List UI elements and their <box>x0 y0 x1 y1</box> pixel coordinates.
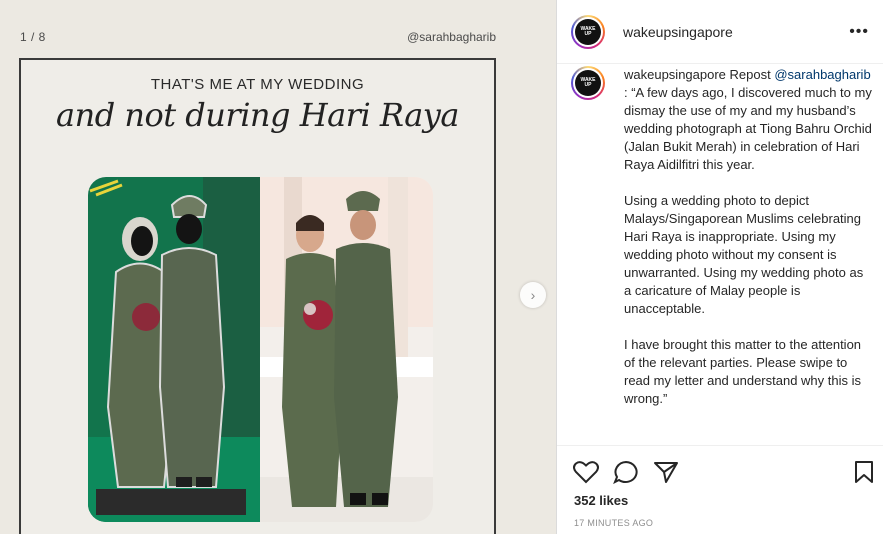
next-slide-button[interactable]: › <box>520 282 546 308</box>
caption-text: : “A few days ago, I discovered much to … <box>624 85 872 172</box>
chevron-right-icon: › <box>530 287 536 303</box>
avatar[interactable]: WAKE UP <box>571 15 605 49</box>
wedding-photo-comparison <box>88 177 433 522</box>
header-username[interactable]: wakeupsingapore <box>623 24 733 40</box>
post-header: WAKE UP wakeupsingapore ••• <box>557 0 883 64</box>
caption-paragraph: wakeupsingapore Repost @sarahbagharib : … <box>624 66 874 174</box>
action-bar: 352 likes 17 MINUTES AGO <box>557 445 883 534</box>
bookmark-icon[interactable] <box>853 460 875 489</box>
caption-paragraph: Using a wedding photo to depict Malays/S… <box>624 193 864 316</box>
slide-counter: 1 / 8 <box>20 30 46 44</box>
caption-username[interactable]: wakeupsingapore <box>624 67 726 82</box>
avatar-logo: WAKE UP <box>575 70 601 96</box>
caption-avatar[interactable]: WAKE UP <box>571 66 605 100</box>
mention-link[interactable]: @sarahbagharib <box>774 67 870 82</box>
repost-label: Repost <box>729 67 771 82</box>
comment-icon[interactable] <box>613 460 639 489</box>
image-heading: THAT'S ME AT MY WEDDING <box>150 76 365 93</box>
paper-plane-icon[interactable] <box>653 460 679 489</box>
photo-illustration <box>88 177 433 522</box>
likes-count[interactable]: 352 likes <box>574 493 628 508</box>
post-caption: wakeupsingapore Repost @sarahbagharib : … <box>624 66 874 426</box>
ellipsis-icon[interactable]: ••• <box>849 23 869 41</box>
avatar-logo: WAKE UP <box>575 19 601 45</box>
post-media: 1 / 8 @sarahbagharib THAT'S ME AT MY WED… <box>0 0 557 534</box>
caption-paragraph: I have brought this matter to the attent… <box>624 337 862 406</box>
post-sidebar: WAKE UP wakeupsingapore ••• WAKE UP wakeup… <box>557 0 883 534</box>
post-timestamp[interactable]: 17 MINUTES AGO <box>574 518 653 528</box>
author-tag: @sarahbagharib <box>407 30 496 44</box>
heart-icon[interactable] <box>573 460 599 489</box>
image-script-heading: and not during Hari Raya <box>56 96 459 134</box>
post-image-card: THAT'S ME AT MY WEDDING and not during H… <box>19 58 496 534</box>
